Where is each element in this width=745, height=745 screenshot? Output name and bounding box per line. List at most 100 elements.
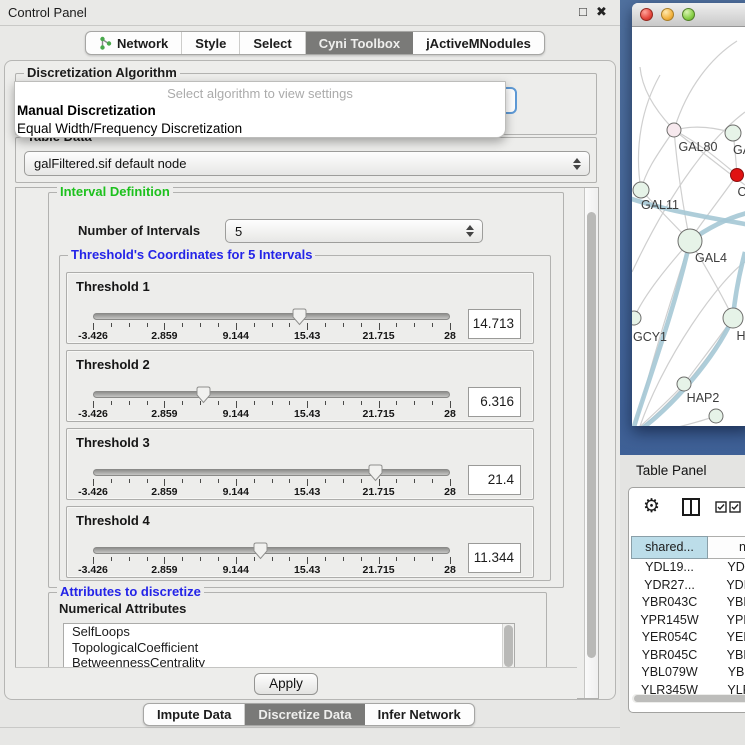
- tick: [307, 401, 308, 408]
- minimize-traffic-light[interactable]: [661, 8, 674, 21]
- table-rows: YDL19...YDL1YDR27...YDR2YBR043CYBR0YPR14…: [631, 559, 745, 699]
- algorithm-option[interactable]: Manual Discretization: [15, 102, 505, 120]
- tab-infer-network[interactable]: Infer Network: [365, 704, 474, 725]
- network-node-hap2[interactable]: [677, 377, 691, 391]
- tick: [129, 401, 130, 405]
- tick-label: 2.859: [138, 330, 190, 342]
- attribute-item[interactable]: SelfLoops: [64, 624, 514, 640]
- node-table-panel: ⚙ shared... n YDL19...YDL1YDR27...YDR2YB…: [628, 487, 745, 713]
- threshold-value-field[interactable]: 14.713: [468, 309, 521, 339]
- threshold-value-field[interactable]: 21.4: [468, 465, 521, 495]
- network-node[interactable]: [723, 308, 743, 328]
- float-panel-icon[interactable]: □: [579, 4, 587, 19]
- column-header-name[interactable]: n: [708, 536, 745, 559]
- slider-track[interactable]: [93, 469, 450, 476]
- tab-label: Discretize Data: [258, 707, 351, 722]
- split-columns-icon[interactable]: [681, 497, 701, 517]
- gear-icon[interactable]: ⚙: [643, 495, 660, 519]
- slider-thumb[interactable]: [253, 542, 268, 560]
- tab-style[interactable]: Style: [182, 32, 240, 54]
- divider: [0, 727, 620, 728]
- tick: [289, 479, 290, 483]
- tab-label: Select: [253, 36, 291, 51]
- tab-cyni-toolbox[interactable]: Cyni Toolbox: [306, 32, 413, 54]
- slider-track[interactable]: [93, 547, 450, 554]
- network-node[interactable]: [709, 409, 723, 423]
- tick: [343, 479, 344, 483]
- checkbox-icon[interactable]: [729, 501, 741, 513]
- network-node[interactable]: [731, 169, 744, 182]
- tab-select[interactable]: Select: [240, 32, 305, 54]
- num-intervals-combobox[interactable]: 5: [225, 219, 483, 243]
- tick: [272, 401, 273, 405]
- settings-vertical-scrollbar[interactable]: [584, 188, 598, 698]
- column-header-shared-name[interactable]: shared...: [631, 536, 708, 559]
- slider-track[interactable]: [93, 391, 450, 398]
- table-row[interactable]: YBR043CYBR0: [631, 594, 745, 612]
- tick-label: 15.43: [281, 330, 333, 342]
- network-canvas[interactable]: GAL80GACGAL11GAL4GCY1HHAP2: [632, 27, 745, 426]
- tick: [147, 401, 148, 405]
- close-traffic-light[interactable]: [640, 8, 653, 21]
- zoom-traffic-light[interactable]: [682, 8, 695, 21]
- network-edge[interactable]: [638, 75, 660, 190]
- tick-label: -3.426: [67, 486, 119, 498]
- network-node-gcy1[interactable]: [632, 311, 641, 325]
- tick: [307, 479, 308, 486]
- attr-list-scrollbar[interactable]: [502, 624, 514, 668]
- attribute-item[interactable]: TopologicalCoefficient: [64, 640, 514, 656]
- table-row[interactable]: YBL079WYBL0: [631, 664, 745, 682]
- network-node[interactable]: [725, 125, 741, 141]
- network-node-gal11[interactable]: [633, 182, 649, 198]
- table-data-value: galFiltered.sif default node: [34, 156, 186, 171]
- network-node-gal4[interactable]: [678, 229, 702, 253]
- network-edge[interactable]: [641, 130, 674, 190]
- table-row[interactable]: YER054CYER0: [631, 629, 745, 647]
- table-horizontal-scrollbar[interactable]: [632, 694, 745, 703]
- network-window-titlebar[interactable]: [632, 3, 745, 27]
- tick: [272, 557, 273, 561]
- tab-label: Network: [117, 36, 168, 51]
- settings-scrollpane: Interval Definition Number of Intervals …: [15, 187, 599, 699]
- tick: [164, 323, 165, 330]
- tick: [236, 323, 237, 330]
- table-cell: YER0: [708, 629, 745, 647]
- tick: [147, 557, 148, 561]
- tab-network[interactable]: Network: [86, 32, 182, 54]
- tab-impute-data[interactable]: Impute Data: [144, 704, 245, 725]
- algorithm-option[interactable]: Equal Width/Frequency Discretization: [15, 120, 505, 138]
- scrollbar-thumb[interactable]: [634, 695, 745, 702]
- network-node-gal80[interactable]: [667, 123, 681, 137]
- tick: [93, 323, 94, 330]
- tab-jactivemnodules[interactable]: jActiveMNodules: [413, 32, 544, 54]
- close-panel-icon[interactable]: ✖: [596, 4, 607, 20]
- tick: [164, 557, 165, 564]
- tab-discretize-data[interactable]: Discretize Data: [245, 704, 364, 725]
- tick: [379, 557, 380, 564]
- table-row[interactable]: YBR045CYBR0: [631, 647, 745, 665]
- network-node-label: HAP2: [687, 391, 720, 405]
- threshold-label: Threshold 2: [76, 357, 150, 372]
- tick: [379, 323, 380, 330]
- threshold-value-field[interactable]: 11.344: [468, 543, 521, 573]
- table-row[interactable]: YDR27...YDR2: [631, 577, 745, 595]
- slider-thumb[interactable]: [196, 386, 211, 404]
- slider-thumb[interactable]: [292, 308, 307, 326]
- tick: [182, 557, 183, 561]
- table-data-combobox[interactable]: galFiltered.sif default node: [24, 151, 590, 176]
- tick: [182, 401, 183, 405]
- threshold-value-field[interactable]: 6.316: [468, 387, 521, 417]
- table-row[interactable]: YDL19...YDL1: [631, 559, 745, 577]
- slider-thumb[interactable]: [368, 464, 383, 482]
- table-row[interactable]: YPR145WYPR1: [631, 612, 745, 630]
- checkbox-icon[interactable]: [715, 501, 727, 513]
- table-cell: YDL19...: [631, 559, 708, 577]
- network-edge[interactable]: [640, 67, 674, 130]
- slider-track[interactable]: [93, 313, 450, 320]
- table-cell: YPR145W: [631, 612, 708, 630]
- apply-button[interactable]: Apply: [254, 673, 318, 695]
- tick: [289, 557, 290, 561]
- tick: [111, 323, 112, 327]
- network-edge[interactable]: [674, 41, 737, 130]
- scrollbar-thumb[interactable]: [587, 212, 596, 658]
